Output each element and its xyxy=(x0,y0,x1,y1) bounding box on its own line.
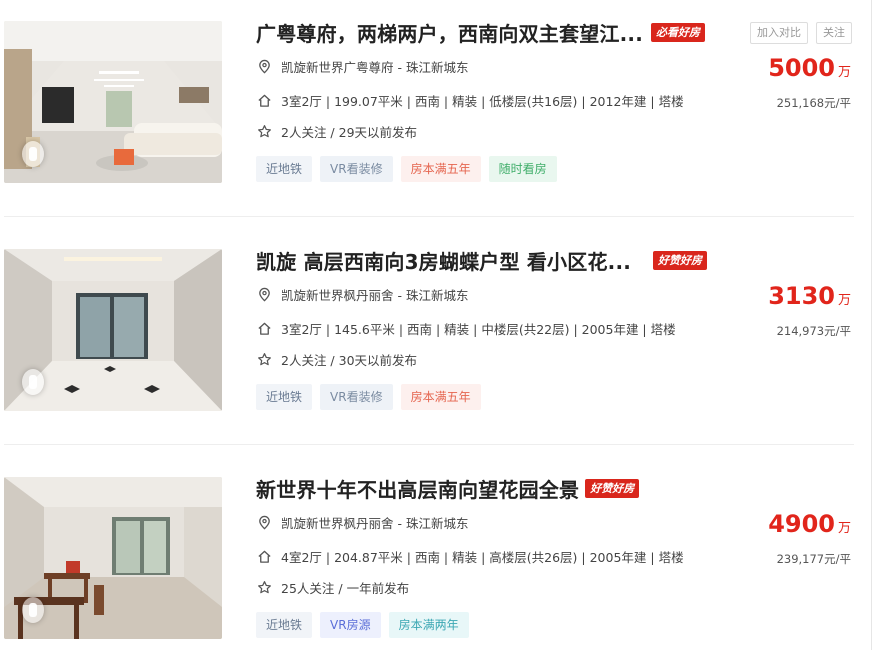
price-value: 3130 xyxy=(768,282,835,310)
listing-tags: 近地铁 VR房源 房本满两年 xyxy=(256,612,469,638)
house-icon xyxy=(256,320,272,336)
price-value: 4900 xyxy=(768,510,835,538)
listing-photo[interactable] xyxy=(4,477,222,639)
unit-price: 239,177元/平 xyxy=(776,552,851,566)
follow-info: 2人关注 / 30天以前发布 xyxy=(281,352,418,368)
listing-photo[interactable] xyxy=(4,21,222,183)
tag-near-metro: 近地铁 xyxy=(256,384,313,410)
listing-title[interactable]: 凯旋 高层西南向3房蝴蝶户型 看小区花... xyxy=(256,246,631,275)
must-see-badge: 必看好房 xyxy=(651,22,705,42)
listing-divider xyxy=(4,216,854,217)
house-info-line: 3室2厅 | 199.07平米 | 西南 | 精装 | 低楼层(共16层) | … xyxy=(256,90,684,110)
price-unit: 万 xyxy=(837,521,851,536)
total-price: 5000 万 xyxy=(768,54,851,82)
listing-tags: 近地铁 VR看装修 房本满五年 xyxy=(256,384,481,410)
follow-info-line: 2人关注 / 29天以前发布 xyxy=(256,121,417,141)
community-line: 凯旋新世界枫丹丽舍 - 珠江新城东 xyxy=(256,284,468,304)
house-info: 3室2厅 | 199.07平米 | 西南 | 精装 | 低楼层(共16层) | … xyxy=(281,93,684,109)
listing-actions: 加入对比 关注 xyxy=(750,22,852,44)
tag-vr-listing: VR房源 xyxy=(320,612,381,638)
price-unit: 万 xyxy=(837,293,851,308)
tag-near-metro: 近地铁 xyxy=(256,612,313,638)
star-icon xyxy=(256,351,272,367)
community-name[interactable]: 凯旋新世界枫丹丽舍 - 珠江新城东 xyxy=(281,513,468,532)
house-info-line: 3室2厅 | 145.6平米 | 西南 | 精装 | 中楼层(共22层) | 2… xyxy=(256,318,676,338)
listing-title[interactable]: 广粤尊府，两梯两户，西南向双主套望江... xyxy=(256,18,643,47)
house-icon xyxy=(256,92,272,108)
listing-tags: 近地铁 VR看装修 房本满五年 随时看房 xyxy=(256,156,557,182)
listing-divider xyxy=(4,444,854,445)
tag-view-anytime: 随时看房 xyxy=(488,156,557,182)
follow-info: 25人关注 / 一年前发布 xyxy=(281,580,410,596)
listing-title-row: 新世界十年不出高层南向望花园全景 好赞好房 xyxy=(256,474,640,503)
unit-price: 214,973元/平 xyxy=(776,324,851,338)
tag-vr: VR看装修 xyxy=(320,384,393,410)
community-name[interactable]: 凯旋新世界枫丹丽舍 - 珠江新城东 xyxy=(281,285,468,304)
location-pin-icon xyxy=(256,58,272,74)
listing-title-row: 凯旋 高层西南向3房蝴蝶户型 看小区花... 好赞好房 xyxy=(256,246,708,275)
price-unit: 万 xyxy=(837,65,851,80)
house-info-line: 4室2厅 | 204.87平米 | 西南 | 精装 | 高楼层(共26层) | … xyxy=(256,546,684,566)
vr-play-icon[interactable] xyxy=(22,369,44,395)
follow-info-line: 2人关注 / 30天以前发布 xyxy=(256,349,417,369)
listing-item[interactable]: 新世界十年不出高层南向望花园全景 好赞好房 凯旋新世界枫丹丽舍 - 珠江新城东 … xyxy=(0,456,870,650)
page-right-border xyxy=(871,0,872,650)
follow-button[interactable]: 关注 xyxy=(816,22,852,44)
good-house-badge: 好赞好房 xyxy=(585,478,640,498)
location-pin-icon xyxy=(256,514,272,530)
follow-info: 2人关注 / 29天以前发布 xyxy=(281,124,418,140)
follow-info-line: 25人关注 / 一年前发布 xyxy=(256,577,409,597)
tag-vr: VR看装修 xyxy=(320,156,393,182)
tag-cert-five-years: 房本满五年 xyxy=(400,384,481,410)
house-info: 3室2厅 | 145.6平米 | 西南 | 精装 | 中楼层(共22层) | 2… xyxy=(281,321,676,337)
community-line: 凯旋新世界广粤尊府 - 珠江新城东 xyxy=(256,56,468,76)
tag-cert-two-years: 房本满两年 xyxy=(388,612,469,638)
vr-play-icon[interactable] xyxy=(22,597,44,623)
house-icon xyxy=(256,548,272,564)
unit-price: 251,168元/平 xyxy=(776,96,851,110)
price-value: 5000 xyxy=(768,54,835,82)
listing-item[interactable]: 广粤尊府，两梯两户，西南向双主套望江... 必看好房 加入对比 关注 凯旋新世界… xyxy=(0,0,870,217)
total-price: 4900 万 xyxy=(768,510,851,538)
tag-near-metro: 近地铁 xyxy=(256,156,313,182)
add-to-compare-button[interactable]: 加入对比 xyxy=(750,22,808,44)
listing-photo[interactable] xyxy=(4,249,222,411)
good-house-badge: 好赞好房 xyxy=(653,250,708,270)
star-icon xyxy=(256,123,272,139)
vr-play-icon[interactable] xyxy=(22,141,44,167)
tag-cert-five-years: 房本满五年 xyxy=(400,156,481,182)
community-name[interactable]: 凯旋新世界广粤尊府 - 珠江新城东 xyxy=(281,57,468,76)
listing-title-row: 广粤尊府，两梯两户，西南向双主套望江... 必看好房 xyxy=(256,18,705,47)
star-icon xyxy=(256,579,272,595)
house-info: 4室2厅 | 204.87平米 | 西南 | 精装 | 高楼层(共26层) | … xyxy=(281,549,684,565)
total-price: 3130 万 xyxy=(768,282,851,310)
listing-item[interactable]: 凯旋 高层西南向3房蝴蝶户型 看小区花... 好赞好房 凯旋新世界枫丹丽舍 - … xyxy=(0,228,870,445)
listing-title[interactable]: 新世界十年不出高层南向望花园全景 xyxy=(256,474,579,503)
community-line: 凯旋新世界枫丹丽舍 - 珠江新城东 xyxy=(256,512,468,532)
location-pin-icon xyxy=(256,286,272,302)
